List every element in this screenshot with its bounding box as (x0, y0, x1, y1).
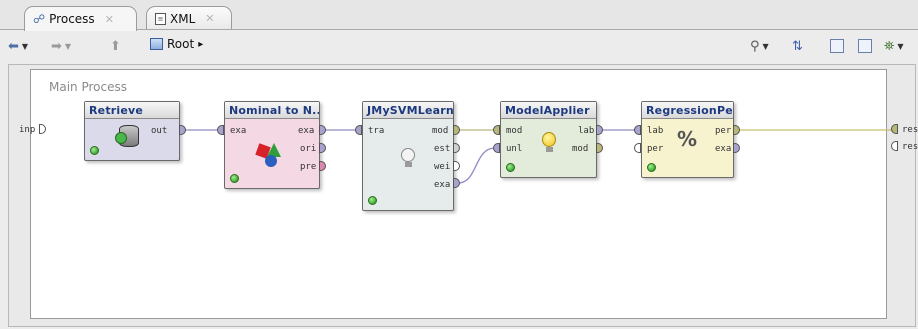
applier-unl-port[interactable] (493, 143, 500, 153)
port-label-out: out (151, 126, 168, 136)
regression-lab-port[interactable] (634, 125, 641, 135)
port-label-pre: pre (300, 162, 317, 172)
port-label-lab-in: lab (647, 126, 664, 136)
close-icon[interactable]: ✕ (105, 13, 114, 26)
process-input-label: inp (19, 125, 36, 135)
process-result-port-2[interactable] (891, 141, 898, 151)
process-result-label-1: res (902, 125, 918, 135)
nominal-exa-in-port[interactable] (217, 125, 224, 135)
lightbulb-on-icon (542, 132, 556, 147)
port-label-mod-out: mod (572, 144, 589, 154)
port-label-exa: exa (434, 180, 451, 190)
wire-svm-exa-to-applier-unl (457, 147, 496, 184)
lightbulb-base (546, 147, 553, 152)
database-arrow-icon (115, 132, 127, 144)
port-label-exa-out: exa (298, 126, 315, 136)
port-label-wei: wei (434, 162, 451, 172)
status-indicator (368, 196, 377, 205)
port-label-unl: unl (506, 144, 523, 154)
operator-title: Nominal to N... (225, 102, 319, 119)
process-result-label-2: res (902, 142, 918, 152)
status-indicator (230, 174, 239, 183)
status-indicator (90, 146, 99, 155)
port-label-mod-in: mod (506, 126, 523, 136)
shapes-icon (255, 143, 281, 167)
svm-tra-port[interactable] (355, 125, 362, 135)
operator-jmysvm-learner[interactable]: JMySVMLearner tra mod est wei exa (362, 101, 454, 211)
operator-title: Retrieve (85, 102, 179, 119)
operator-regression-performance[interactable]: RegressionPe... lab per per exa % (641, 101, 734, 178)
port-label-per-in: per (647, 144, 664, 154)
operator-model-applier[interactable]: ModelApplier mod unl lab mod (500, 101, 597, 178)
tab-process-label: Process (49, 12, 95, 26)
operator-title: JMySVMLearner (363, 102, 453, 119)
process-result-port-1[interactable] (891, 124, 898, 134)
operator-title: ModelApplier (501, 102, 596, 119)
lightbulb-base (405, 162, 412, 167)
operator-nominal-to-numerical[interactable]: Nominal to N... exa exa ori pre (224, 101, 320, 189)
operator-title: RegressionPe... (642, 102, 733, 119)
process-icon: ☍ (33, 12, 46, 26)
regression-per-in-port[interactable] (634, 143, 641, 153)
port-label-mod: mod (432, 126, 449, 136)
applier-mod-in-port[interactable] (493, 125, 500, 135)
lightbulb-icon (401, 148, 415, 162)
operator-retrieve[interactable]: Retrieve out (84, 101, 180, 161)
percent-icon: % (677, 127, 698, 151)
port-label-ori: ori (300, 144, 317, 154)
port-label-per-out: per (715, 126, 732, 136)
port-label-exa-out: exa (715, 144, 732, 154)
port-label-exa-in: exa (230, 126, 247, 136)
port-label-tra: tra (368, 126, 385, 136)
status-indicator (506, 163, 515, 172)
status-indicator (647, 163, 656, 172)
tab-process[interactable]: ☍ Process ✕ (24, 6, 137, 31)
port-label-est: est (434, 144, 451, 154)
port-label-lab: lab (578, 126, 595, 136)
